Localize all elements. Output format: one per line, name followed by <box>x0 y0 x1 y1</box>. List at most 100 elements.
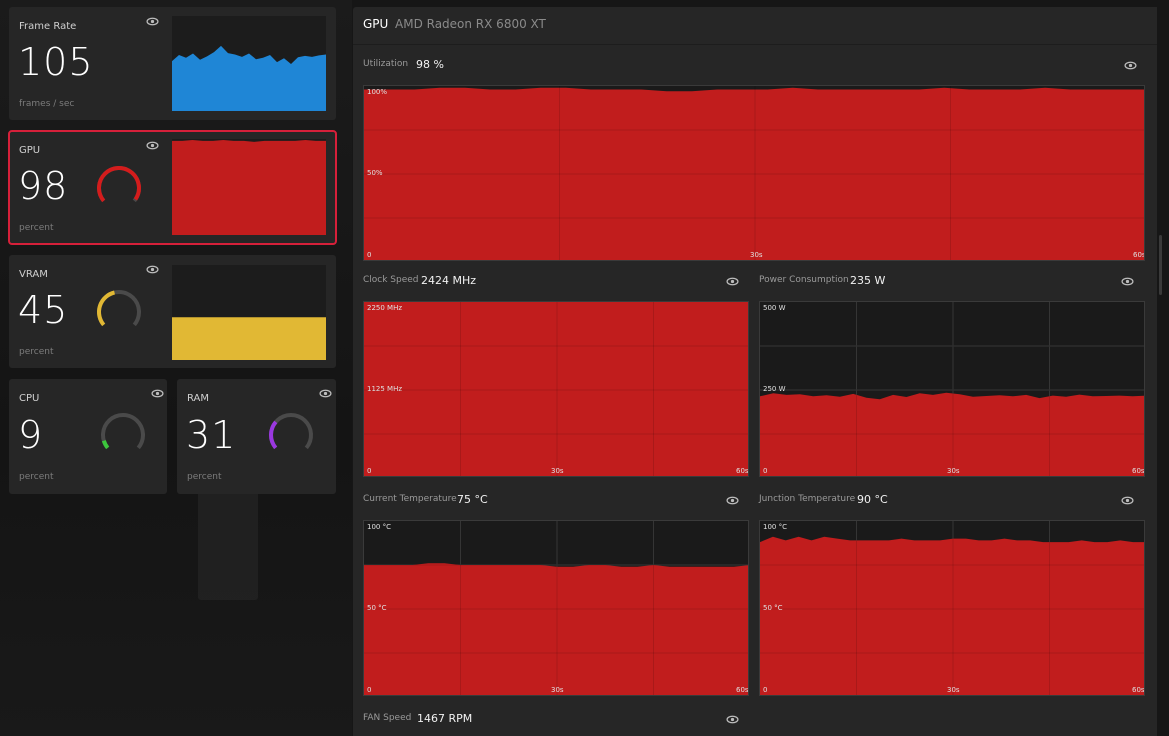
tile-vram-unit: percent <box>19 347 54 357</box>
junction-temperature-value: 90 °C <box>857 493 888 506</box>
eye-icon[interactable] <box>1124 61 1137 70</box>
power-chart: 500 W 250 W 0 30s 60s <box>759 301 1145 477</box>
temperature-label: Current Temperature <box>363 494 457 504</box>
y-tick-bottom: 0 <box>367 686 372 694</box>
tile-vram-value: 45 <box>18 288 69 332</box>
tile-ram-value: 31 <box>186 413 237 457</box>
tile-ram[interactable]: RAM 31 percent <box>177 379 336 494</box>
framerate-chart <box>172 45 326 111</box>
tile-gpu-value: 98 <box>18 164 69 208</box>
junction-temperature-chart: 100 °C 50 °C 0 30s 60s <box>759 520 1145 696</box>
tile-vram[interactable]: VRAM 45 percent <box>9 255 336 368</box>
y-tick-bottom: 0 <box>367 467 372 475</box>
eye-icon[interactable] <box>319 389 332 398</box>
scrollbar[interactable] <box>1159 235 1162 295</box>
tile-framerate-title: Frame Rate <box>19 21 77 32</box>
vram_tile-area <box>172 317 326 360</box>
panel-title: GPU <box>363 17 389 31</box>
vram-tile-chart <box>172 317 326 360</box>
gauge-fill <box>97 166 141 203</box>
gpu_tile-area <box>172 140 326 235</box>
tile-gpu-unit: percent <box>19 223 54 233</box>
x-tick-end: 60s <box>1132 467 1145 475</box>
clock-speed-chart: 2250 MHz 1125 MHz 0 30s 60s <box>363 301 749 477</box>
fan-speed-value: 1467 RPM <box>417 712 473 725</box>
x-tick-end: 60s <box>1132 686 1145 694</box>
y-tick-mid: 50% <box>367 169 383 177</box>
junction-temperature-graph <box>760 521 1144 695</box>
tile-gpu-title: GPU <box>19 145 41 156</box>
x-tick-mid: 30s <box>551 467 564 475</box>
junction-temperature-label: Junction Temperature <box>759 494 856 504</box>
tile-cpu[interactable]: CPU 9 percent <box>9 379 167 494</box>
vram-gauge <box>97 290 141 327</box>
power-label: Power Consumption <box>759 275 849 285</box>
y-tick-bottom: 0 <box>763 467 768 475</box>
eye-icon[interactable] <box>146 141 159 150</box>
vram-graph <box>172 265 326 360</box>
tile-ram-unit: percent <box>187 472 222 482</box>
eye-icon[interactable] <box>146 17 159 26</box>
y-tick-mid: 50 °C <box>367 604 387 612</box>
tile-framerate-unit: frames / sec <box>19 99 75 109</box>
temperature-value: 75 °C <box>457 493 488 506</box>
y-tick-mid: 50 °C <box>763 604 783 612</box>
y-tick-top: 2250 MHz <box>367 304 403 312</box>
tile-vram-title: VRAM <box>19 269 48 280</box>
tile-framerate-value: 105 <box>18 40 94 84</box>
y-tick-mid: 250 W <box>763 385 786 393</box>
cpu-gauge <box>101 413 145 450</box>
clock-speed-value: 2424 MHz <box>421 274 477 287</box>
tile-ram-title: RAM <box>187 393 210 404</box>
tile-cpu-title: CPU <box>19 393 40 404</box>
eye-icon[interactable] <box>1121 277 1134 286</box>
eye-icon[interactable] <box>151 389 164 398</box>
eye-icon[interactable] <box>726 715 739 724</box>
gpu-graph <box>172 139 326 235</box>
eye-icon[interactable] <box>146 265 159 274</box>
fps-area <box>172 45 326 111</box>
power-graph <box>760 302 1144 476</box>
y-tick-top: 100 °C <box>763 523 787 531</box>
panel-subtitle: AMD Radeon RX 6800 XT <box>395 17 546 31</box>
y-tick-top: 100 °C <box>367 523 391 531</box>
tile-cpu-value: 9 <box>18 413 44 457</box>
utilization-label: Utilization <box>363 59 409 69</box>
y-tick-top: 500 W <box>763 304 786 312</box>
gpu-detail-panel: GPU AMD Radeon RX 6800 XT Utilization 98… <box>353 7 1157 736</box>
x-tick-mid: 30s <box>551 686 564 694</box>
tile-cpu-unit: percent <box>19 472 54 482</box>
background-decoration <box>198 490 258 600</box>
tile-gpu[interactable]: GPU 98 percent <box>8 130 337 245</box>
x-tick-mid: 30s <box>750 251 763 259</box>
gpu-gauge <box>97 166 141 203</box>
panel-header: GPU AMD Radeon RX 6800 XT <box>353 7 1157 45</box>
eye-icon[interactable] <box>726 277 739 286</box>
x-tick-end: 60s <box>1133 251 1145 259</box>
gauge-fill <box>97 290 116 327</box>
eye-icon[interactable] <box>726 496 739 505</box>
eye-icon[interactable] <box>1121 496 1134 505</box>
x-tick-end: 60s <box>736 467 749 475</box>
y-tick-bottom: 0 <box>367 251 372 259</box>
clock-speed-label: Clock Speed <box>363 275 419 285</box>
utilization-value: 98 % <box>416 58 444 71</box>
temperature-chart: 100 °C 50 °C 0 30s 60s <box>363 520 749 696</box>
tile-framerate[interactable]: Frame Rate 105 frames / sec <box>9 7 336 120</box>
power-value: 235 W <box>850 274 886 287</box>
fan-speed-label: FAN Speed <box>363 713 412 723</box>
x-tick-mid: 30s <box>947 686 960 694</box>
ram-gauge <box>269 413 313 450</box>
gauge-track <box>269 413 313 450</box>
y-tick-mid: 1125 MHz <box>367 385 403 393</box>
gauge-fill <box>269 420 278 450</box>
gauge-track <box>101 413 145 450</box>
y-tick-top: 100% <box>367 88 388 96</box>
framerate-graph <box>172 16 326 111</box>
utilization-chart: 100% 50% 0 30s 60s <box>363 85 1145 261</box>
gpu-tile-chart <box>172 140 326 235</box>
x-tick-end: 60s <box>736 686 749 694</box>
temperature-graph <box>364 521 748 695</box>
utilization-graph <box>364 86 1144 260</box>
clock-speed-graph <box>364 302 748 476</box>
